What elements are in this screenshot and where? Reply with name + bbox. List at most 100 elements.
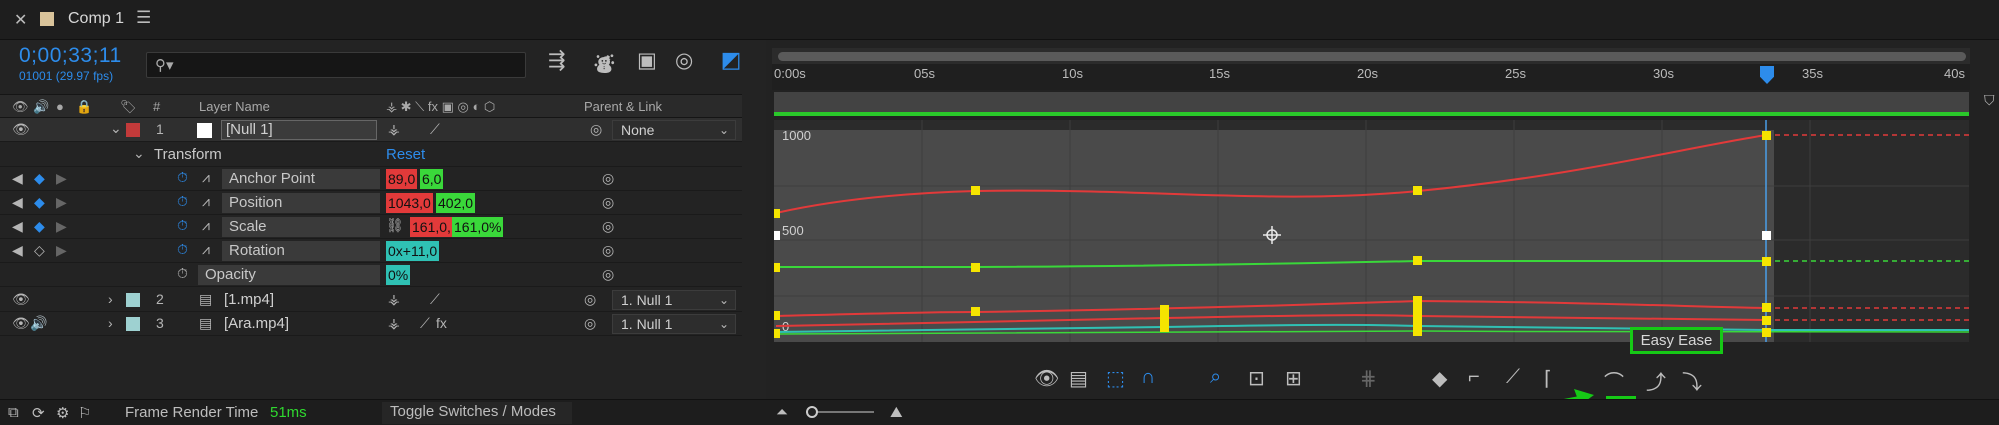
layer-row[interactable]: 👁 › 2 ▤ [1.mp4] ⚶ ⟋ ◎ 1. Null 1 ⌄ xyxy=(0,288,742,312)
prev-keyframe-icon[interactable]: ◀ xyxy=(12,218,23,235)
motion-blur-icon[interactable]: ◎ xyxy=(675,48,693,73)
graph-type-options-icon[interactable]: ▤ xyxy=(1069,366,1088,391)
expression-pickwhip-icon[interactable]: ◎ xyxy=(602,218,614,235)
expression-pickwhip-icon[interactable]: ◎ xyxy=(602,194,614,211)
eye-icon[interactable]: 👁 xyxy=(12,291,30,308)
close-tab-icon[interactable]: ✕ xyxy=(14,10,27,30)
pickwhip-icon[interactable]: ◎ xyxy=(584,315,596,332)
stopwatch-icon[interactable]: ⏱ xyxy=(177,169,188,186)
separate-dimensions-icon[interactable]: ⋕ xyxy=(1360,366,1377,391)
layer-name[interactable]: [Ara.mp4] xyxy=(224,315,289,332)
next-keyframe-icon[interactable]: ▶ xyxy=(56,170,67,187)
keyframe-empty-diamond-icon[interactable]: ◇ xyxy=(34,242,45,259)
easy-ease-icon[interactable]: ⌒ xyxy=(1604,366,1624,395)
draft-3d-icon[interactable]: ⛇ xyxy=(594,48,615,79)
anchor-y-value[interactable]: 6,0 xyxy=(420,169,444,189)
graph-editor-toggle-icon[interactable]: ◩ xyxy=(716,47,746,77)
scale-x-value[interactable]: 161,0, xyxy=(410,217,453,237)
shy-layers-icon[interactable]: ▣ xyxy=(637,48,657,73)
auto-zoom-height-icon[interactable]: ⌕ xyxy=(1210,366,1221,389)
stopwatch-icon[interactable]: ⏱ xyxy=(177,217,188,234)
graph-include-icon[interactable]: ⩘ xyxy=(202,217,210,234)
layer-row[interactable]: 👁 ⌄ 1 [Null 1] ⚶ ⟋ ◎ None ⌄ xyxy=(0,118,742,142)
layer-search-input[interactable]: ⚲▾ xyxy=(146,52,526,78)
audio-icon[interactable]: 🔊 xyxy=(30,315,47,332)
graph-snap-icon[interactable]: ⛉ xyxy=(1984,92,1995,109)
column-parent-link[interactable]: Parent & Link xyxy=(584,99,662,114)
stopwatch-icon[interactable]: ⏱ xyxy=(177,193,188,210)
position-x-value[interactable]: 1043,0 xyxy=(386,193,433,213)
layer-label-color[interactable] xyxy=(126,317,140,331)
current-time-display[interactable]: 0;00;33;11 xyxy=(19,44,122,68)
time-ruler[interactable]: 0:00s 05s 10s 15s 20s 25s 30s 35s 40s xyxy=(772,64,1970,90)
layer-label-color[interactable] xyxy=(126,293,140,307)
edit-keyframe-icon[interactable]: ◆ xyxy=(1432,366,1447,391)
composition-title[interactable]: Comp 1 xyxy=(68,10,124,28)
parent-dropdown[interactable]: 1. Null 1 ⌄ xyxy=(612,314,736,334)
transfer-controls-icon[interactable]: ⟳ xyxy=(32,404,45,422)
property-row-opacity[interactable]: ⏱ Opacity 0% ◎ xyxy=(0,263,742,287)
scale-y-value[interactable]: 161,0% xyxy=(452,217,504,237)
show-transform-box-icon[interactable]: ⬚ xyxy=(1106,366,1125,391)
layer-switches-icon[interactable]: ⧉ xyxy=(8,404,19,421)
graph-include-icon[interactable]: ⩘ xyxy=(202,193,210,210)
fit-selection-icon[interactable]: ⊡ xyxy=(1248,366,1265,391)
parent-dropdown[interactable]: None ⌄ xyxy=(612,120,736,140)
opacity-value[interactable]: 0% xyxy=(386,265,411,285)
twirl-down-icon[interactable]: ⌄ xyxy=(110,120,122,137)
twirl-down-icon[interactable]: ⌄ xyxy=(133,145,145,162)
position-y-value[interactable]: 402,0 xyxy=(436,193,476,213)
next-keyframe-icon[interactable]: ▶ xyxy=(56,242,67,259)
effects-switch-icon[interactable]: fx xyxy=(436,315,447,331)
property-row-rotation[interactable]: ◀ ◇ ▶ ⏱ ⩘ Rotation 0x+11,0 ◎ xyxy=(0,239,742,263)
twirl-right-icon[interactable]: › xyxy=(108,315,113,331)
work-area-bar[interactable] xyxy=(774,92,1969,114)
layer-label-color[interactable] xyxy=(126,123,140,137)
quality-switch-icon[interactable]: ⟋ xyxy=(420,315,430,332)
selection-box-handle[interactable] xyxy=(1762,231,1771,240)
eye-icon[interactable]: 👁 xyxy=(12,121,30,138)
layer-name[interactable]: [Null 1] xyxy=(221,120,377,140)
transform-group-row[interactable]: ⌄ Transform Reset xyxy=(0,143,742,167)
time-navigator-bar[interactable] xyxy=(778,52,1966,61)
layer-row[interactable]: 👁 🔊 › 3 ▤ [Ara.mp4] ⚶ ⟋ fx ◎ 1. Null 1 ⌄ xyxy=(0,312,742,336)
shy-switch-icon[interactable]: ⚶ xyxy=(388,315,400,332)
toggle-switches-modes-button[interactable]: Toggle Switches / Modes xyxy=(382,402,572,424)
expression-pickwhip-icon[interactable]: ◎ xyxy=(602,266,614,283)
in-out-icon[interactable]: ⚙ xyxy=(56,404,69,422)
value-graph[interactable]: 1000 500 0 xyxy=(774,120,1969,342)
prev-keyframe-icon[interactable]: ◀ xyxy=(12,242,23,259)
zoom-in-icon[interactable]: ⛰ xyxy=(890,404,903,421)
choose-properties-eye-icon[interactable]: 👁 xyxy=(1034,366,1059,391)
graph-include-icon[interactable]: ⩘ xyxy=(202,241,210,258)
panel-menu-icon[interactable]: ☰ xyxy=(136,8,151,28)
shy-switch-icon[interactable]: ⚶ xyxy=(388,291,400,308)
stopwatch-icon[interactable]: ⏱ xyxy=(177,241,188,258)
property-row-scale[interactable]: ◀ ◆ ▶ ⏱ ⩘ Scale ⛓ 161,0, 161,0% ◎ xyxy=(0,215,742,239)
selection-box-handle[interactable] xyxy=(774,231,780,240)
prev-keyframe-icon[interactable]: ◀ xyxy=(12,170,23,187)
anchor-x-value[interactable]: 89,0 xyxy=(386,169,418,189)
stopwatch-icon[interactable]: ⏱ xyxy=(177,265,188,282)
keyframe-diamond-icon[interactable]: ◆ xyxy=(34,170,45,187)
zoom-out-icon[interactable]: ⏶ xyxy=(776,404,788,421)
pickwhip-icon[interactable]: ◎ xyxy=(584,291,596,308)
twirl-right-icon[interactable]: › xyxy=(108,291,113,307)
column-layer-name[interactable]: Layer Name xyxy=(199,99,270,114)
fit-all-icon[interactable]: ⊞ xyxy=(1285,366,1302,391)
next-keyframe-icon[interactable]: ▶ xyxy=(56,194,67,211)
keyframe-diamond-icon[interactable]: ◆ xyxy=(34,194,45,211)
graph-include-icon[interactable]: ⩘ xyxy=(202,169,210,186)
expression-pickwhip-icon[interactable]: ◎ xyxy=(602,170,614,187)
graph-canvas[interactable]: 1000 500 0 xyxy=(774,120,1969,342)
property-row-position[interactable]: ◀ ◆ ▶ ⏱ ⩘ Position 1043,0 402,0 ◎ xyxy=(0,191,742,215)
easy-ease-in-icon[interactable]: ⤴ xyxy=(1646,366,1666,395)
next-keyframe-icon[interactable]: ▶ xyxy=(56,218,67,235)
expression-pickwhip-icon[interactable]: ◎ xyxy=(602,242,614,259)
easy-ease-out-icon[interactable]: ⤵ xyxy=(1682,366,1702,395)
eye-icon[interactable]: 👁 xyxy=(12,315,30,332)
composition-flowchart-icon[interactable]: ⇶ xyxy=(548,48,566,73)
constrain-proportions-icon[interactable]: ⛓ xyxy=(386,217,404,234)
reset-button[interactable]: Reset xyxy=(386,146,425,163)
zoom-slider-handle[interactable] xyxy=(806,406,818,418)
